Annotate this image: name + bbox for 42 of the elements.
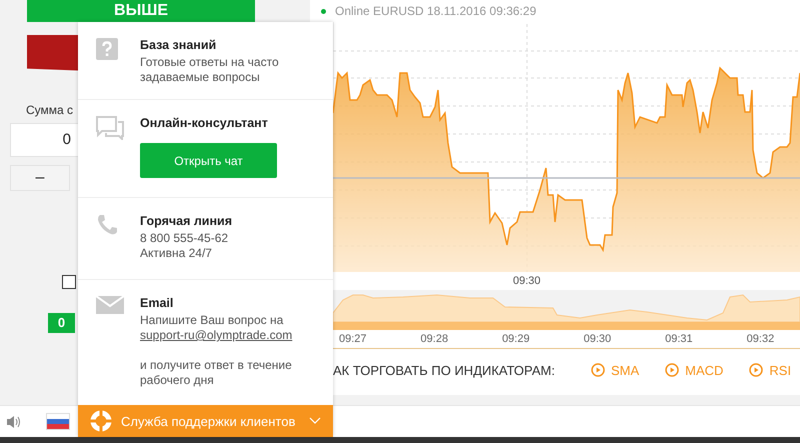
section-text: и получите ответ в течение рабочего дня: [140, 358, 293, 388]
time-tick: 09:27: [339, 333, 367, 345]
indicator-link[interactable]: RSI: [749, 362, 792, 378]
counter-badge: 0: [48, 313, 75, 333]
minus-button[interactable]: –: [10, 165, 70, 191]
flag-icon[interactable]: [46, 413, 70, 430]
question-icon: [96, 38, 118, 60]
section-text: Готовые ответы на часто задаваемые вопросы: [140, 55, 280, 85]
play-icon: [665, 363, 680, 377]
time-tick: 09:31: [665, 333, 693, 345]
checkbox[interactable]: [62, 275, 76, 289]
envelope-icon: [96, 296, 124, 314]
speaker-icon[interactable]: [6, 414, 22, 428]
time-tick: 09:30: [584, 333, 612, 345]
time-label: 09:30: [513, 275, 541, 287]
support-label: Служба поддержки клиентов: [121, 414, 296, 428]
chart-title: Online EURUSD 18.11.2016 09:36:29: [335, 4, 536, 18]
section-title: База знаний: [140, 38, 218, 52]
indicators-title: АК ТОРГОВАТЬ ПО ИНДИКАТОРАМ:: [333, 362, 555, 378]
section-text: Напишите Ваш вопрос на: [140, 313, 284, 328]
email-link[interactable]: support-ru@olymptrade.com: [140, 328, 325, 343]
chevron-down-icon: [309, 417, 321, 425]
section-title: Онлайн-консультант: [140, 116, 269, 130]
indicator-link[interactable]: SMA: [590, 362, 640, 378]
section-title: Email: [140, 296, 174, 310]
chat-icon: [96, 116, 124, 140]
open-chat-button[interactable]: Открыть чат: [140, 143, 277, 178]
time-tick: 09:28: [420, 333, 448, 345]
time-tick: 09:29: [502, 333, 530, 345]
play-icon: [749, 363, 764, 377]
amount-label: Сумма с: [26, 103, 74, 117]
amount-field[interactable]: 0: [10, 123, 80, 157]
play-icon: [590, 363, 605, 377]
support-bar[interactable]: Служба поддержки клиентов: [78, 405, 333, 437]
section-text: 8 800 555-45-62: [140, 231, 230, 246]
section-title: Горячая линия: [140, 214, 233, 228]
indicator-link[interactable]: MACD: [665, 362, 724, 378]
phone-icon: [96, 214, 118, 236]
up-button[interactable]: ВЫШЕ: [27, 0, 255, 22]
lifebuoy-icon: [90, 410, 112, 432]
time-tick: 09:32: [746, 333, 774, 345]
section-text: Активна 24/7: [140, 246, 213, 261]
